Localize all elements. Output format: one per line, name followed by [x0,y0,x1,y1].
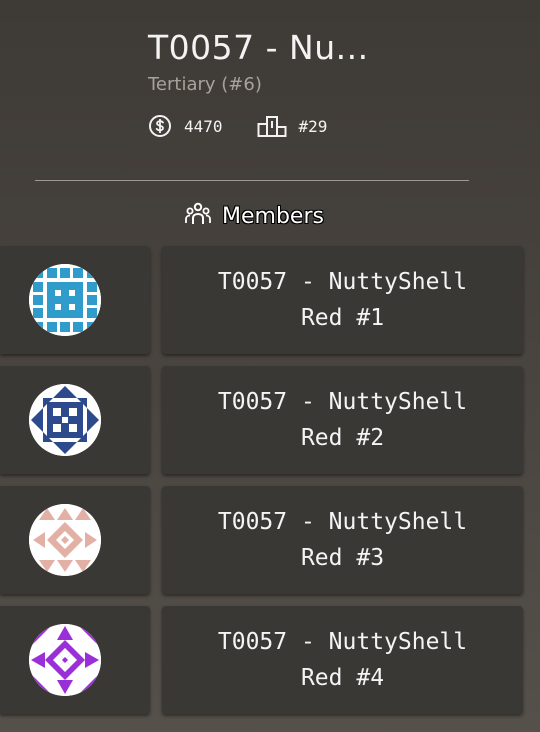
member-row[interactable]: T0057 - NuttyShell Red #1 [0,246,540,356]
money-value: 4470 [184,116,223,136]
member-row[interactable]: T0057 - NuttyShell Red #3 [0,486,540,596]
avatar[interactable] [29,624,101,696]
member-name: T0057 - NuttyShell Red #4 [217,629,468,691]
podium-icon [257,114,287,138]
people-icon [184,200,212,232]
team-subtitle: Tertiary (#6) [148,74,262,95]
member-name: T0057 - NuttyShell Red #2 [217,389,468,451]
member-row[interactable]: T0057 - NuttyShell Red #2 [0,366,540,476]
member-name: T0057 - NuttyShell Red #1 [217,269,468,331]
team-header: T0057 - Nu... Tertiary (#6) [148,28,369,95]
avatar[interactable] [29,264,101,336]
avatar[interactable] [29,384,101,456]
member-row[interactable]: T0057 - NuttyShell Red #4 [0,606,540,716]
members-heading: Members [184,200,324,232]
members-label: Members [222,203,324,229]
rank-value: #29 [298,116,328,136]
member-name-card[interactable]: T0057 - NuttyShell Red #4 [162,606,523,714]
member-name: T0057 - NuttyShell Red #3 [217,509,468,571]
money-stat: 4470 [148,114,223,138]
avatar-card[interactable] [0,486,150,594]
avatar-card[interactable] [0,246,150,354]
member-name-card[interactable]: T0057 - NuttyShell Red #3 [162,486,523,594]
team-title: T0057 - Nu... [148,28,369,67]
avatar-card[interactable] [0,366,150,474]
divider [35,180,469,181]
member-name-card[interactable]: T0057 - NuttyShell Red #2 [162,366,523,474]
dollar-circle-icon [148,114,172,138]
avatar[interactable] [29,504,101,576]
avatar-card[interactable] [0,606,150,714]
member-name-card[interactable]: T0057 - NuttyShell Red #1 [162,246,523,354]
team-stats: 4470 #29 [148,113,327,139]
rank-stat: #29 [257,114,328,138]
